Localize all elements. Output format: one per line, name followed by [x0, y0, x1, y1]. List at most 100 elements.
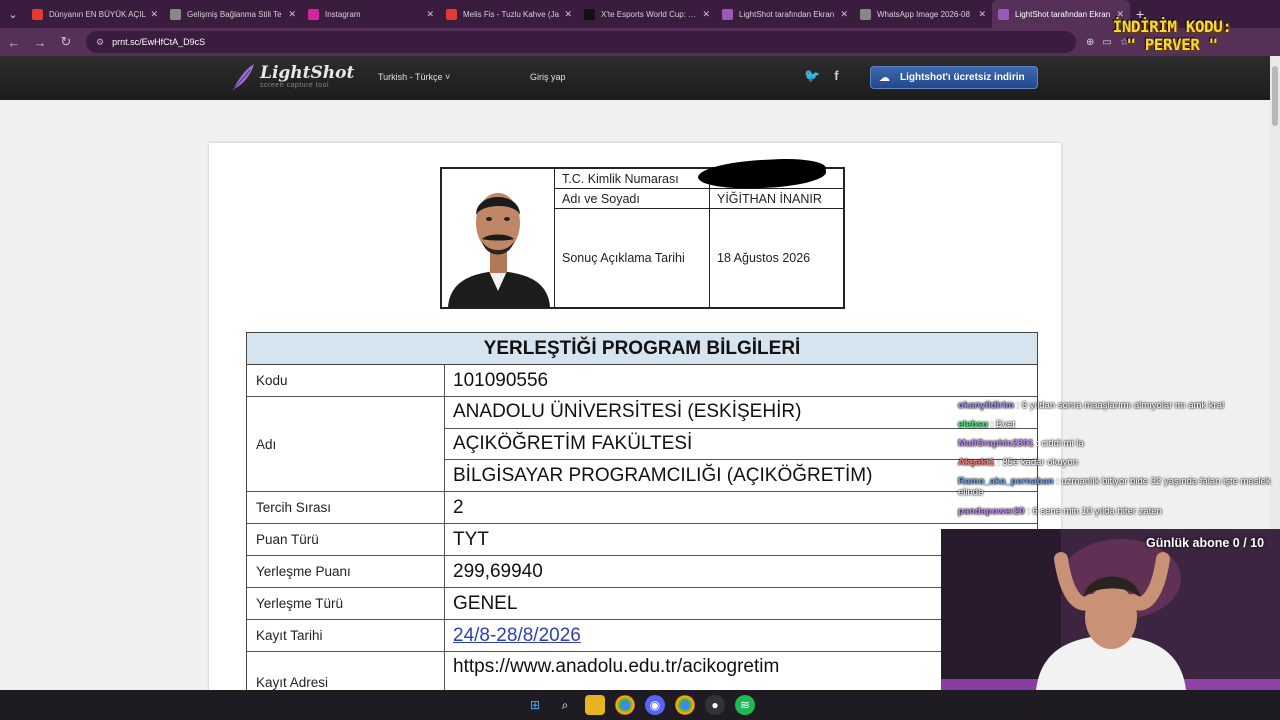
- browser-tab[interactable]: Dünyanın EN BÜYÜK AÇIL ✕: [26, 0, 164, 28]
- chrome-icon[interactable]: [615, 695, 635, 715]
- row-puan-turu: Puan Türü TYT: [247, 524, 1037, 556]
- feather-logo-icon: [232, 64, 254, 91]
- kayit-tarihi-label: Kayıt Tarihi: [247, 620, 445, 651]
- logo-title: LightShot: [260, 63, 355, 83]
- chat-message: okanyildirim : 6 yıldan sonra maaşlarımı…: [958, 400, 1274, 411]
- adi-line: AÇIKÖĞRETİM FAKÜLTESİ: [445, 429, 1037, 461]
- kodu-label: Kodu: [247, 365, 445, 396]
- cloud-download-icon: ☁: [879, 72, 890, 84]
- chat-text: : 35e kadar okuyon: [997, 457, 1078, 468]
- webcam-feed: [941, 529, 1280, 690]
- chat-text: : 6 yıldan sonra maaşlarımı almıyolar mı…: [1016, 400, 1225, 411]
- chat-username[interactable]: okanyildirim: [958, 400, 1014, 411]
- language-selector[interactable]: Turkish - Türkçe ˅: [378, 72, 450, 82]
- promo-line: " PERVER ": [1126, 35, 1218, 54]
- row-tercih: Tercih Sırası 2: [247, 492, 1037, 524]
- row-kayit-tarihi: Kayıt Tarihi 24/8-28/8/2026: [247, 620, 1037, 652]
- windows-taskbar: ⊞ ⌕ ◉ ● ≋: [0, 690, 1280, 720]
- tab-label: LightShot tarafından Ekran: [1015, 9, 1111, 19]
- tc-label: T.C. Kimlik Numarası: [555, 169, 710, 189]
- tab-close-icon[interactable]: ✕: [564, 9, 572, 20]
- adi-line: ANADOLU ÜNİVERSİTESİ (ESKİŞEHİR): [445, 397, 1037, 429]
- browser-tab[interactable]: Melis Fis - Tuzlu Kahve (Ja ✕: [440, 0, 578, 28]
- chrome-icon[interactable]: [675, 695, 695, 715]
- date-label: Sonuç Açıklama Tarihi: [555, 209, 710, 307]
- row-kodu: Kodu 101090556: [247, 365, 1037, 397]
- date-value: 18 Ağustos 2026: [717, 251, 811, 265]
- logo-subtitle: screen capture tool: [260, 82, 330, 89]
- discord-icon[interactable]: ◉: [645, 695, 665, 715]
- instagram-icon: [308, 8, 319, 20]
- adi-label: Adı: [247, 397, 445, 491]
- back-arrow-icon[interactable]: ←: [2, 30, 26, 54]
- forward-arrow-icon[interactable]: →: [28, 30, 52, 54]
- puan-label: Yerleşme Puanı: [247, 556, 445, 587]
- tab-search-chevron-icon[interactable]: ⌄: [0, 0, 26, 28]
- windows-start-icon[interactable]: ⊞: [525, 695, 545, 715]
- download-button[interactable]: ☁ Lightshot'ı ücretsiz indirin: [870, 66, 1038, 89]
- stream-chat: okanyildirim : 6 yıldan sonra maaşlarımı…: [958, 400, 1274, 525]
- tab-close-icon[interactable]: ✕: [978, 9, 986, 20]
- chat-message: pandapower20 : 6 sene min 10 yılda biter…: [958, 506, 1274, 517]
- row-tur: Yerleşme Türü GENEL: [247, 588, 1037, 620]
- lightshot-logo[interactable]: LightShot screen capture tool: [230, 62, 354, 92]
- redaction-scribble: [760, 163, 810, 177]
- tab-label: Dünyanın EN BÜYÜK AÇIL: [49, 9, 146, 19]
- program-heading: YERLEŞTİĞİ PROGRAM BİLGİLERİ: [247, 333, 1037, 365]
- facebook-icon[interactable]: f: [834, 68, 838, 84]
- file-explorer-icon[interactable]: [585, 695, 605, 715]
- tab-close-icon[interactable]: ✕: [426, 9, 434, 20]
- tab-close-icon[interactable]: ✕: [840, 9, 848, 20]
- tab-close-icon[interactable]: ✕: [150, 9, 158, 20]
- id-table: T.C. Kimlik Numarası Adı ve Soyadı YİĞİT…: [555, 169, 843, 307]
- spotify-icon[interactable]: ≋: [735, 695, 755, 715]
- name-value: YİĞİTHAN İNANIR: [710, 189, 843, 209]
- chat-username[interactable]: pandapower20: [958, 506, 1025, 517]
- chat-message: MaliGraphic2301 : ciddi mi la: [958, 438, 1274, 449]
- lightshot-icon: [722, 8, 733, 20]
- chat-message: Akşakt1 : 35e kadar okuyon: [958, 457, 1274, 468]
- chat-username[interactable]: MaliGraphic2301: [958, 438, 1034, 449]
- scrollbar-thumb[interactable]: [1272, 66, 1278, 126]
- chat-username[interactable]: Akşakt1: [958, 457, 994, 468]
- translate-icon[interactable]: ⊕: [1086, 37, 1094, 48]
- kodu-value: 101090556: [453, 369, 549, 391]
- twitter-icon[interactable]: 🐦: [804, 68, 820, 84]
- lightshot-header: LightShot screen capture tool Turkish - …: [0, 56, 1280, 100]
- promo-line: İNDİRİM KODU:: [1112, 17, 1232, 36]
- puan-turu-label: Puan Türü: [247, 524, 445, 555]
- browser-tab[interactable]: X'te Esports World Cup: "W ✕: [578, 0, 716, 28]
- dropdown-caret-icon: ˅: [445, 72, 451, 82]
- tab-list: Dünyanın EN BÜYÜK AÇIL ✕ Gelişmiş Bağlanma…: [26, 0, 1130, 28]
- chat-message: elebsu : Evet: [958, 419, 1274, 430]
- tab-label: Melis Fis - Tuzlu Kahve (Ja: [463, 9, 560, 19]
- tab-close-icon[interactable]: ✕: [288, 9, 296, 20]
- reload-icon[interactable]: ↻: [54, 30, 78, 54]
- subscriber-goal: Günlük abone 0 / 10: [1146, 536, 1265, 550]
- row-adi: Adı ANADOLU ÜNİVERSİTESİ (ESKİŞEHİR) AÇI…: [247, 397, 1037, 492]
- browser-tab[interactable]: Gelişmiş Bağlanma Stili Te ✕: [164, 0, 302, 28]
- chat-username[interactable]: Ramo_aka_pernaban: [958, 476, 1054, 487]
- youtube-icon: [446, 8, 457, 20]
- browser-tab[interactable]: WhatsApp Image 2026-08 ✕: [854, 0, 992, 28]
- obs-icon[interactable]: ●: [705, 695, 725, 715]
- url-text: prnt.sc/EwHfCtA_D9cS: [112, 37, 206, 47]
- youtube-icon: [32, 8, 43, 20]
- browser-toolbar: ← → ↻ ⚙ prnt.sc/EwHfCtA_D9cS ⊕ ▭ ☆: [0, 28, 1280, 56]
- site-info-icon[interactable]: ⚙: [96, 37, 104, 48]
- chat-text: : ciddi mi la: [1036, 438, 1084, 449]
- tab-label: LightShot tarafından Ekran: [739, 9, 835, 19]
- browser-tab[interactable]: LightShot tarafından Ekran ✕: [716, 0, 854, 28]
- kayit-tarihi-link[interactable]: 24/8-28/8/2026: [453, 625, 581, 647]
- tab-close-icon[interactable]: ✕: [702, 9, 710, 20]
- browser-tab[interactable]: Instagram ✕: [302, 0, 440, 28]
- globe-icon: [170, 8, 181, 20]
- program-table: YERLEŞTİĞİ PROGRAM BİLGİLERİ Kodu 101090…: [246, 332, 1038, 693]
- search-icon[interactable]: ⌕: [555, 695, 575, 715]
- address-bar[interactable]: ⚙ prnt.sc/EwHfCtA_D9cS: [86, 31, 1076, 53]
- login-link[interactable]: Giriş yap: [530, 72, 566, 82]
- x-icon: [584, 8, 595, 20]
- globe-icon: [860, 8, 871, 20]
- chat-text: : Evet: [990, 419, 1016, 430]
- chat-username[interactable]: elebsu: [958, 419, 988, 430]
